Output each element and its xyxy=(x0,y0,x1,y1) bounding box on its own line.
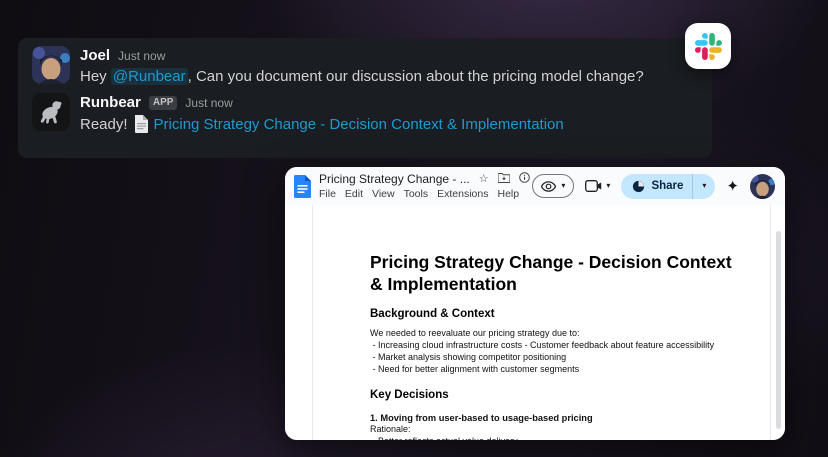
message-timestamp: Just now xyxy=(118,49,165,63)
document-canvas: Pricing Strategy Change - Decision Conte… xyxy=(285,205,785,440)
star-icon[interactable]: ☆ xyxy=(479,174,489,185)
docs-header: Pricing Strategy Change - ... ☆ File Edi… xyxy=(285,167,785,205)
doc-text-line: Rationale: xyxy=(370,424,766,436)
share-button-label: Share xyxy=(651,180,683,192)
avatar-joel-image xyxy=(32,46,70,84)
doc-decision-title: 1. Moving from user-based to usage-based… xyxy=(370,412,766,424)
google-docs-logo-icon xyxy=(294,175,311,198)
slack-app-badge xyxy=(685,23,731,69)
doc-section-title: Background & Context xyxy=(370,308,766,320)
document-link[interactable]: Pricing Strategy Change - Decision Conte… xyxy=(154,116,564,133)
move-folder-icon[interactable] xyxy=(498,173,510,186)
avatar-runbear[interactable] xyxy=(32,93,70,131)
doc-text-line: We needed to reevaluate our pricing stra… xyxy=(370,328,766,340)
video-camera-icon xyxy=(585,180,602,192)
google-docs-window: Pricing Strategy Change - ... ☆ File Edi… xyxy=(285,167,785,440)
gemini-sparkle-icon[interactable]: ✦ xyxy=(726,179,739,194)
eye-icon xyxy=(541,181,556,192)
author-name[interactable]: Joel xyxy=(80,47,110,64)
meet-call-button[interactable]: ▾ xyxy=(585,180,610,192)
slack-message-joel: Joel Just now Hey @Runbear, Can you docu… xyxy=(32,46,698,85)
author-name[interactable]: Runbear xyxy=(80,94,141,111)
doc-heading: Pricing Strategy Change - Decision Conte… xyxy=(370,251,742,295)
doc-text-line: - Market analysis showing competitor pos… xyxy=(370,352,766,364)
message-text: Ready! xyxy=(80,116,128,133)
document-file-icon xyxy=(134,115,149,133)
message-timestamp: Just now xyxy=(185,96,232,110)
app-badge: APP xyxy=(149,96,178,110)
document-title[interactable]: Pricing Strategy Change - ... xyxy=(319,172,470,186)
scrollbar-thumb[interactable] xyxy=(776,231,781,429)
info-icon[interactable] xyxy=(519,172,530,186)
slack-message-runbear: Runbear APP Just now Ready! xyxy=(32,93,698,133)
menu-view[interactable]: View xyxy=(372,188,395,200)
share-access-lock-icon xyxy=(632,180,645,193)
desktop-background: Joel Just now Hey @Runbear, Can you docu… xyxy=(0,0,828,457)
message-text: Hey @Runbear, Can you document our discu… xyxy=(80,68,644,85)
menu-file[interactable]: File xyxy=(319,188,336,200)
share-button-group: Share ▾ xyxy=(621,174,715,199)
doc-text-line: - Increasing cloud infrastructure costs … xyxy=(370,340,766,352)
viewing-mode-button[interactable]: ▾ xyxy=(532,174,574,198)
docs-menubar: File Edit View Tools Extensions Help xyxy=(319,188,530,200)
menu-extensions[interactable]: Extensions xyxy=(437,188,488,200)
mention-runbear[interactable]: @Runbear xyxy=(111,68,188,85)
page-left-edge xyxy=(312,205,313,440)
account-avatar[interactable] xyxy=(750,174,775,199)
message-text-before: Hey xyxy=(80,68,111,85)
runbear-bear-icon xyxy=(32,93,70,131)
message-text-after: , Can you document our discussion about … xyxy=(188,68,644,85)
menu-edit[interactable]: Edit xyxy=(345,188,363,200)
doc-section-title: Key Decisions xyxy=(370,389,766,401)
chevron-down-icon: ▾ xyxy=(561,182,565,190)
share-options-button[interactable]: ▾ xyxy=(692,174,715,199)
document-page[interactable]: Pricing Strategy Change - Decision Conte… xyxy=(370,251,766,440)
avatar-joel[interactable] xyxy=(32,46,70,84)
menu-tools[interactable]: Tools xyxy=(404,188,429,200)
chevron-down-icon: ▾ xyxy=(702,182,706,190)
slack-message-panel: Joel Just now Hey @Runbear, Can you docu… xyxy=(18,38,712,158)
menu-help[interactable]: Help xyxy=(497,188,519,200)
chevron-down-icon: ▾ xyxy=(606,182,610,190)
page-right-edge xyxy=(770,205,771,440)
doc-text-line: - Better reflects actual value delivery xyxy=(370,436,766,440)
doc-text-line: - Need for better alignment with custome… xyxy=(370,364,766,376)
account-avatar-image xyxy=(750,174,775,199)
slack-logo-icon xyxy=(695,33,722,60)
share-button[interactable]: Share xyxy=(621,174,692,199)
